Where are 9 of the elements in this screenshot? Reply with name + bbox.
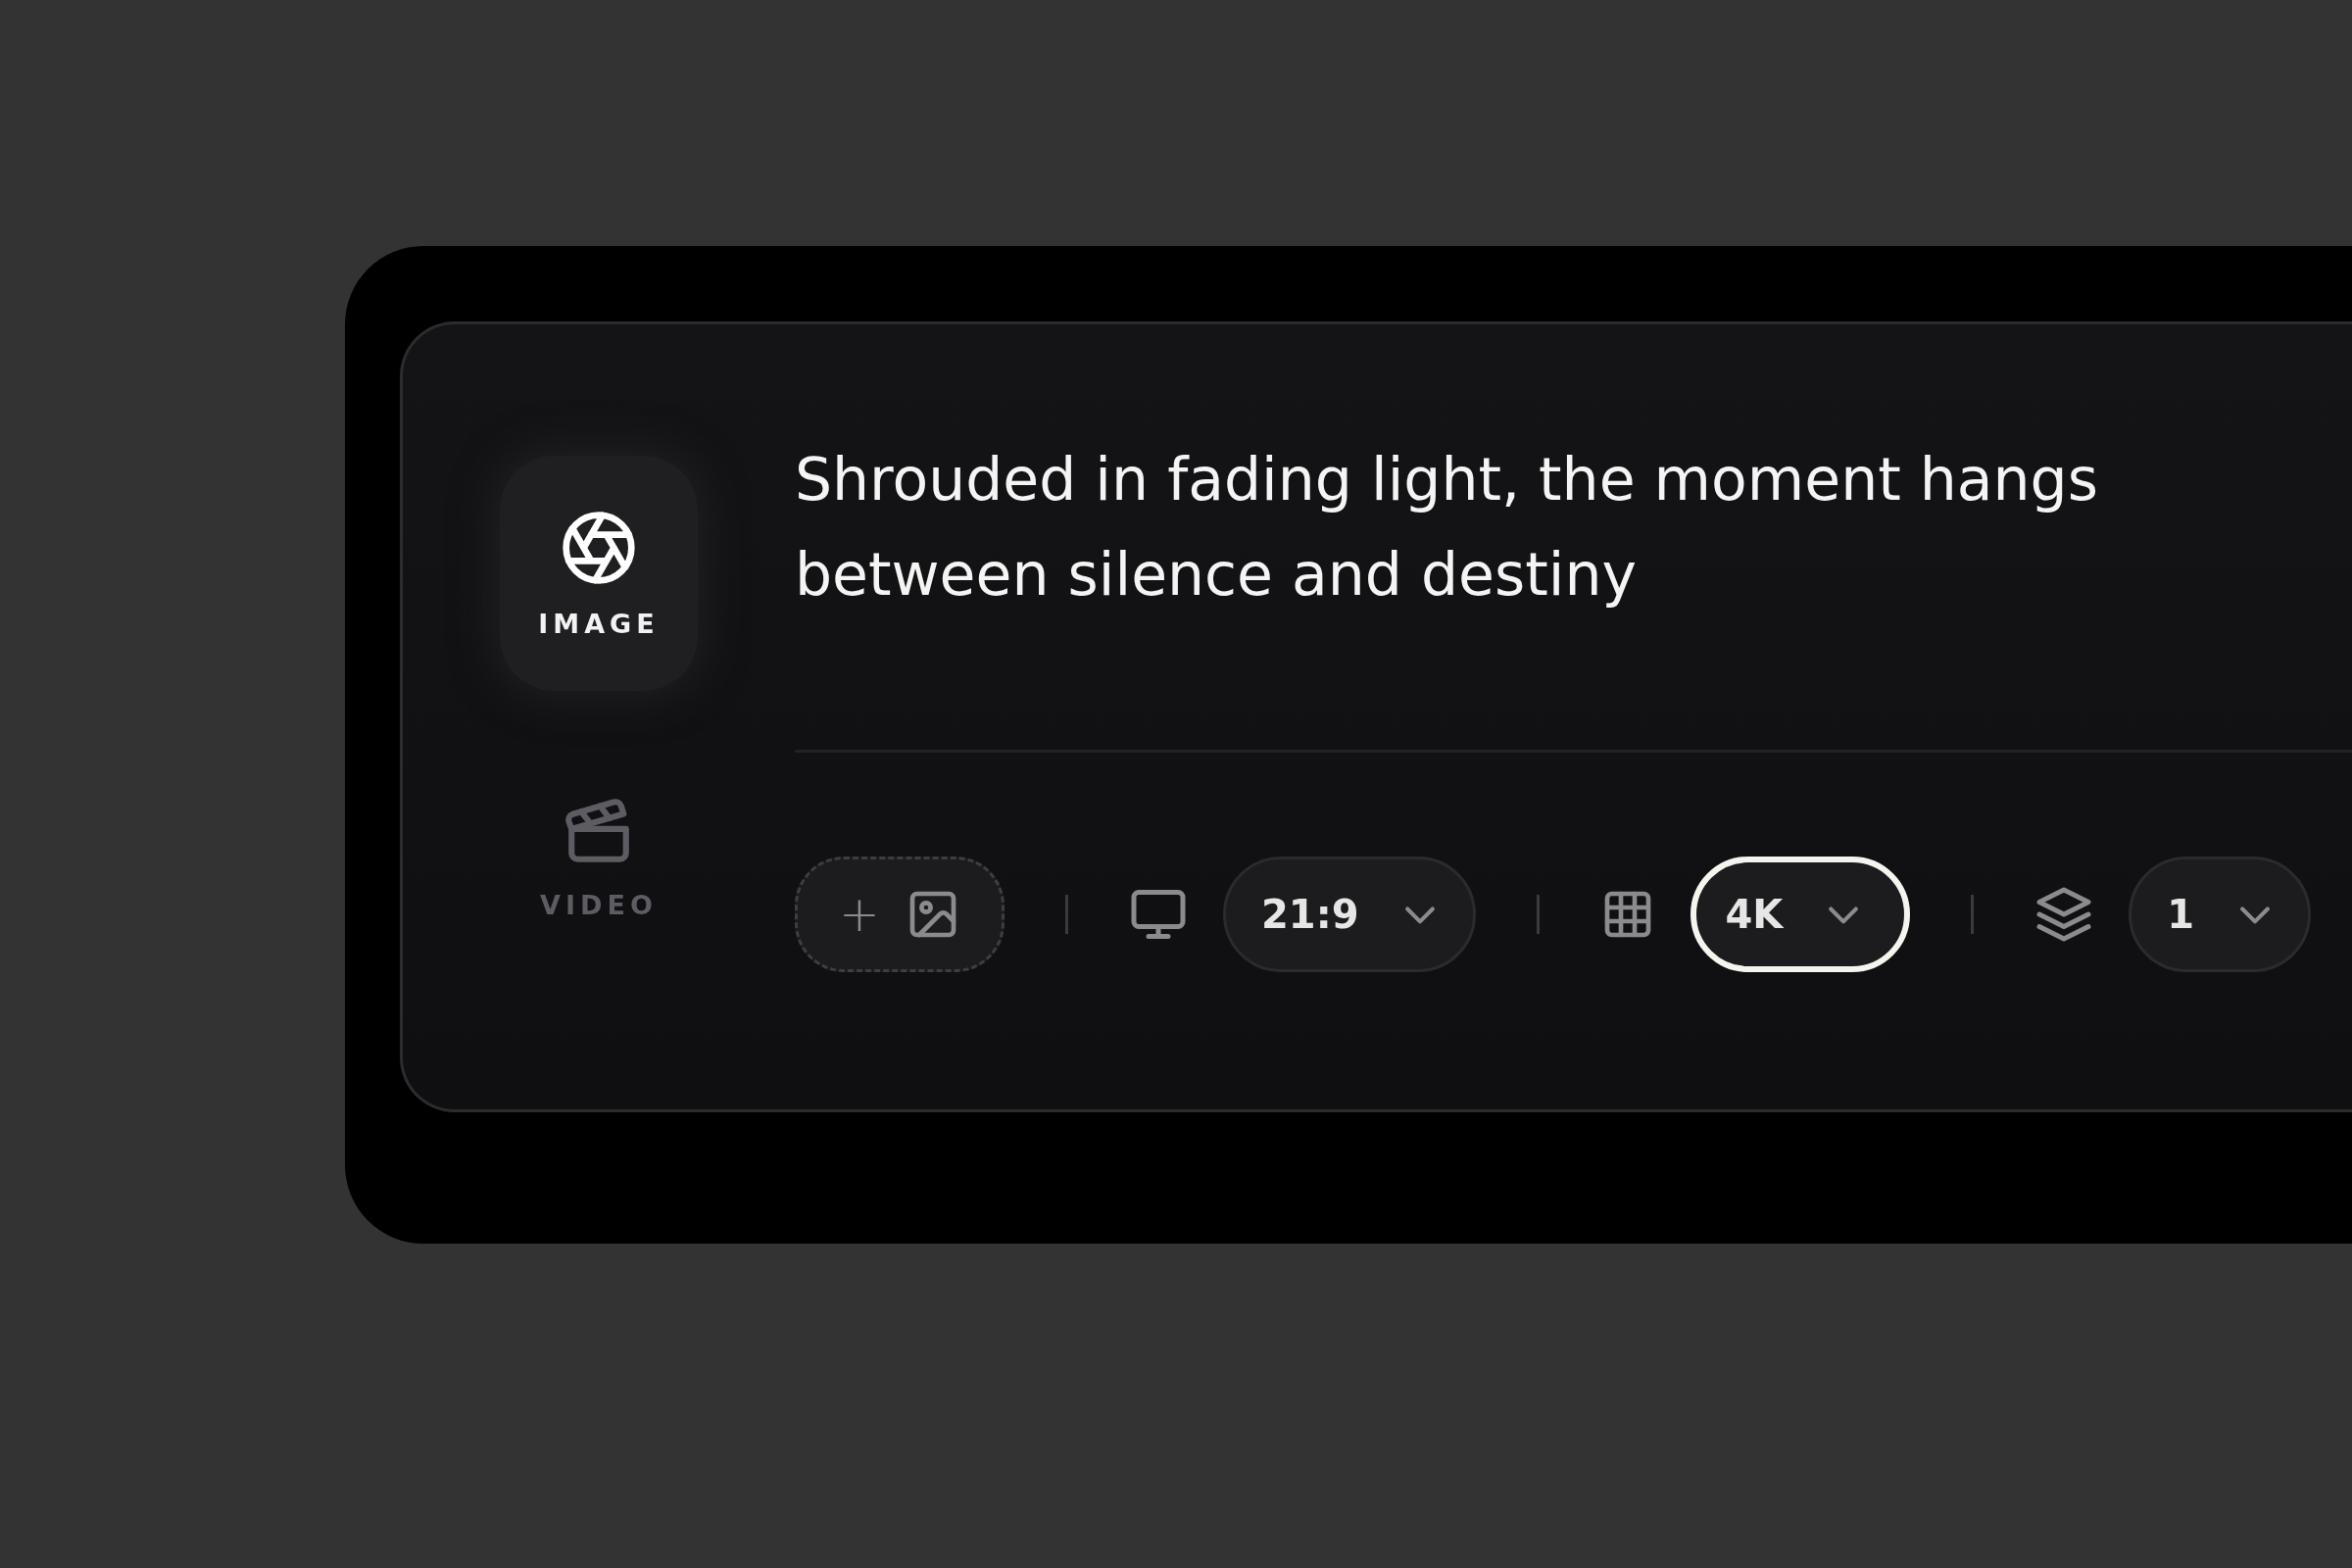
dropdown-button[interactable]: 21:9 <box>1223 857 1476 972</box>
mode-tab[interactable]: IMAGE <box>500 456 698 691</box>
prompt-text[interactable]: Shrouded in fading light, the moment hangs between silence and destiny <box>795 432 2206 622</box>
dropdown-button[interactable]: 4K <box>1690 857 1911 972</box>
dropdown-button[interactable]: 1 <box>2129 857 2312 972</box>
mode-label: VIDEO <box>540 889 658 920</box>
mode-label: IMAGE <box>538 608 660 639</box>
layers-icon <box>2034 885 2094 944</box>
upload-image-button[interactable]: + <box>795 857 1004 972</box>
